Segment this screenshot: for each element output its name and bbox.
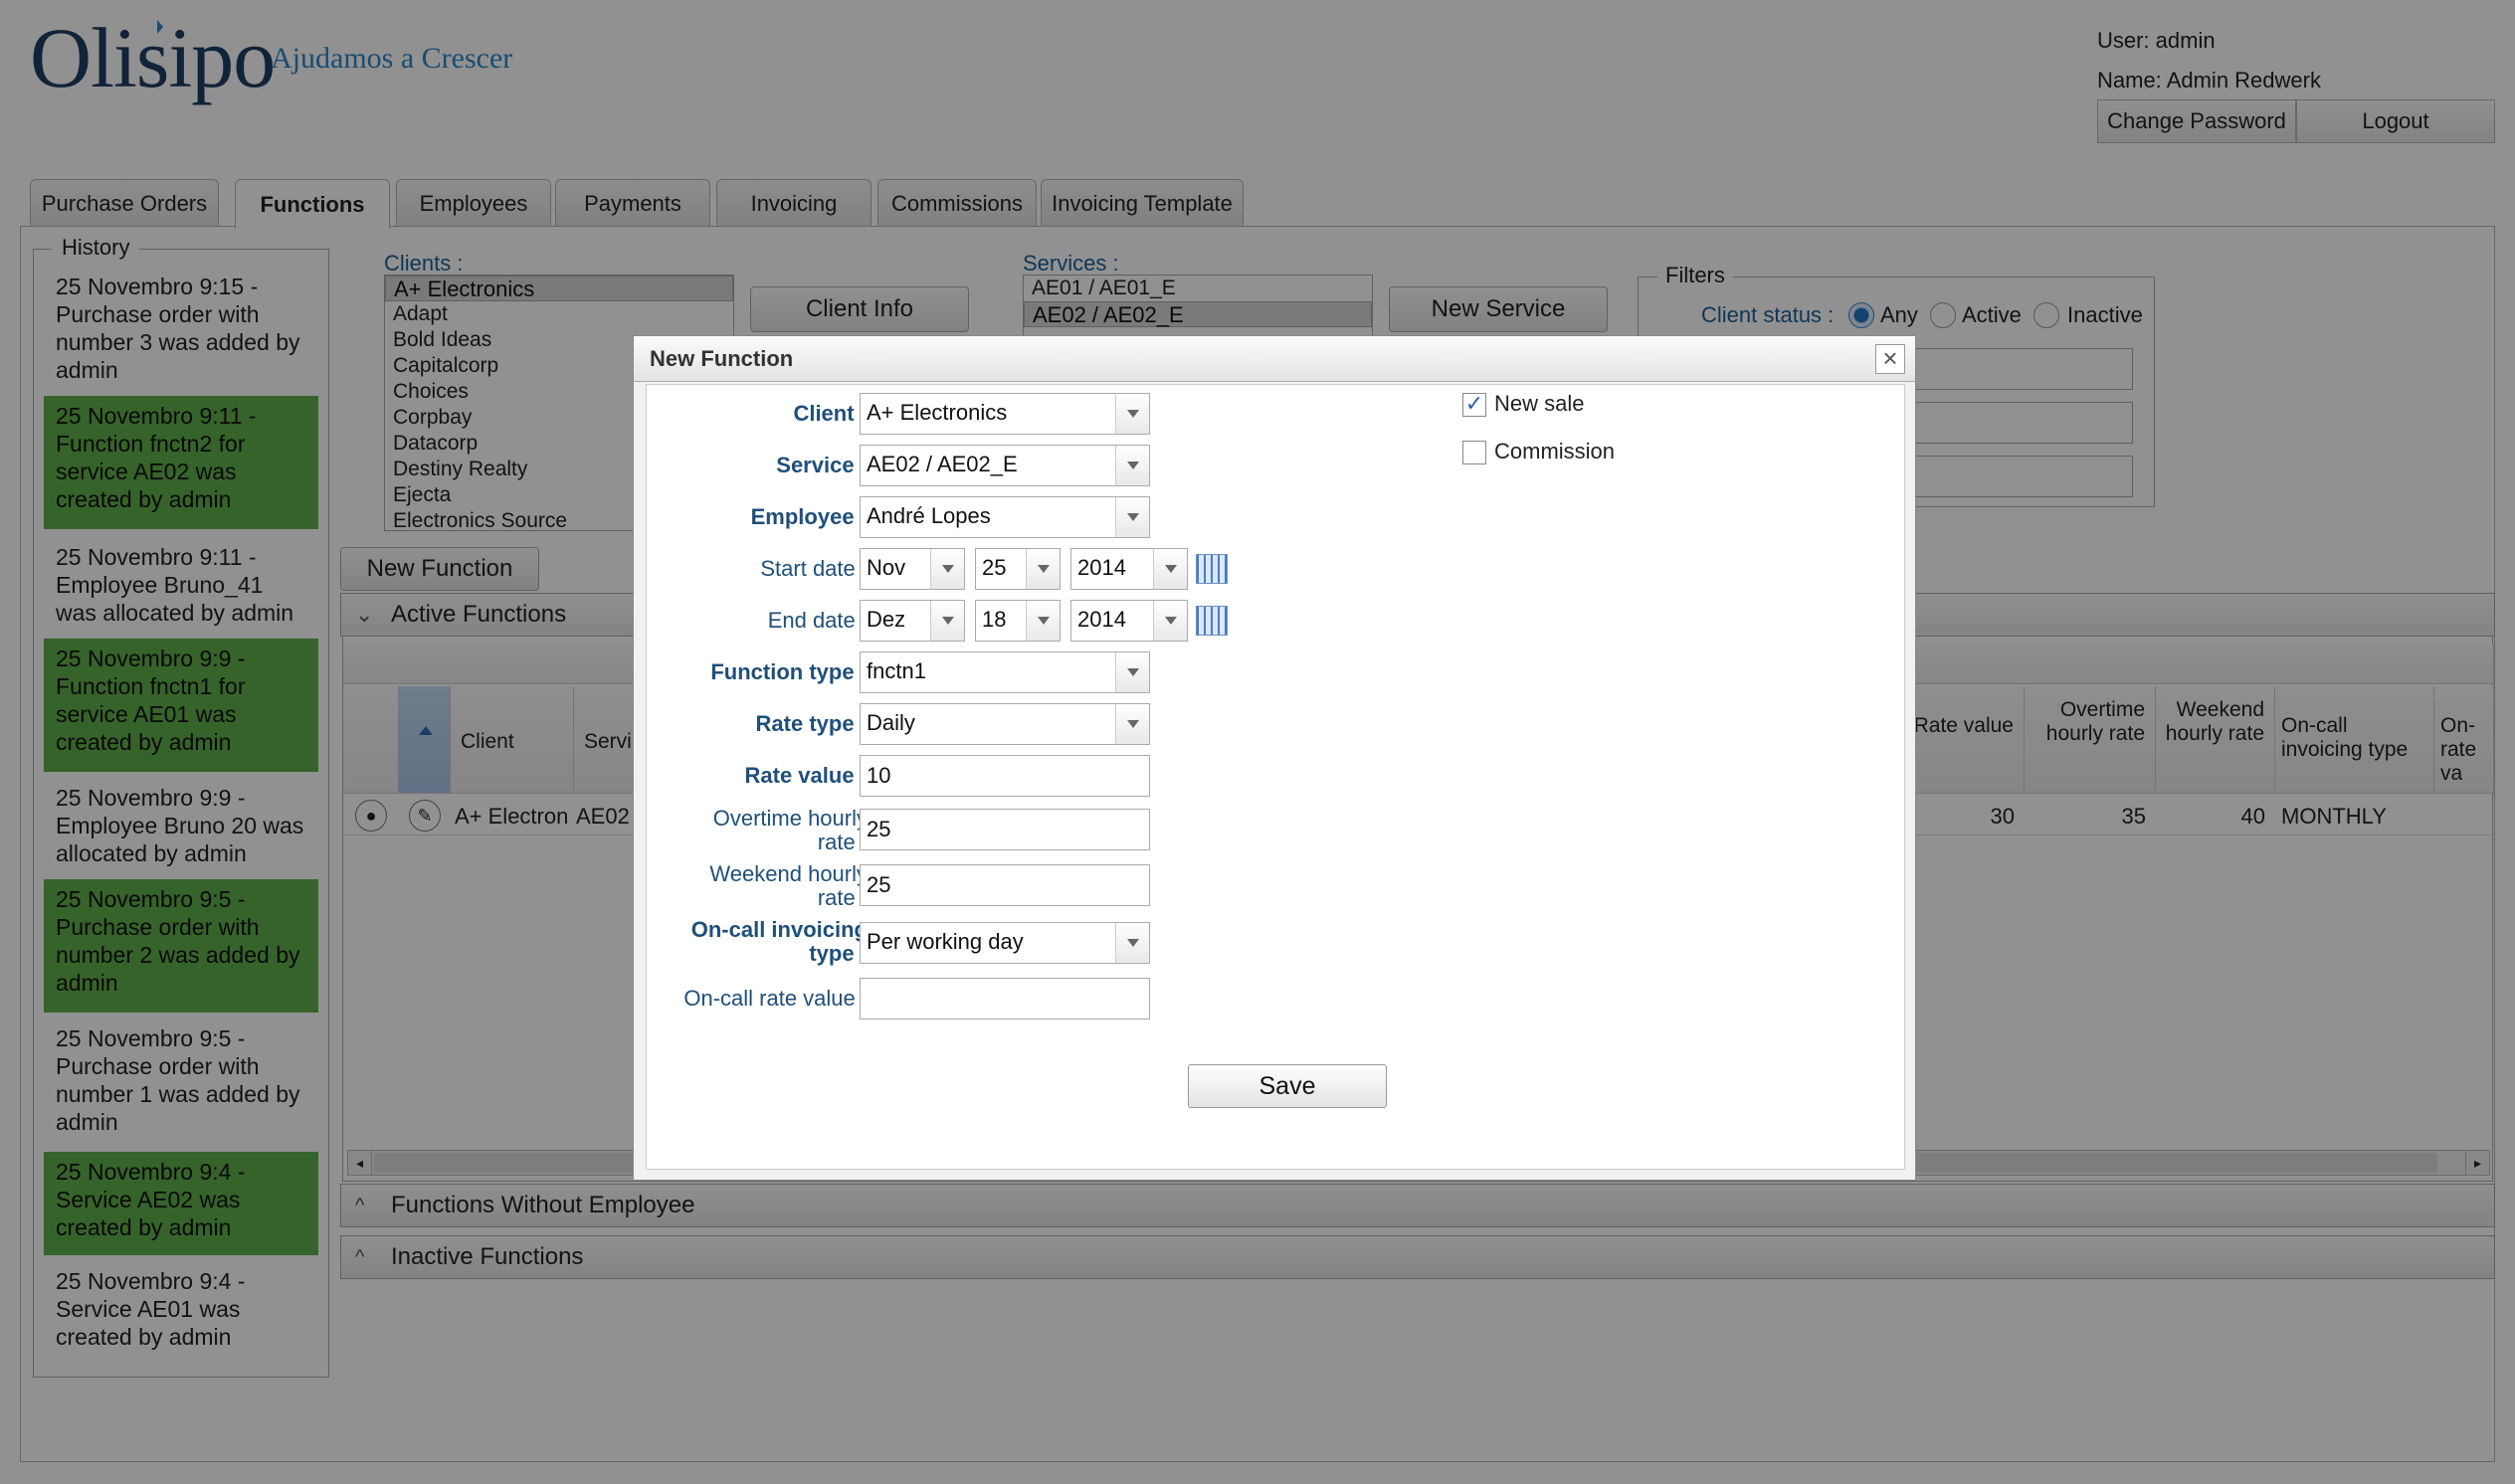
end-date-label: End date : — [767, 608, 868, 633]
function-type-label: Function type : — [710, 659, 868, 684]
employee-value: André Lopes — [867, 503, 991, 528]
client-value: A+ Electronics — [867, 400, 1008, 425]
chevron-down-icon[interactable] — [1115, 497, 1149, 537]
chevron-down-icon[interactable] — [1115, 923, 1149, 963]
employee-select[interactable]: André Lopes — [860, 496, 1150, 538]
start-month-select[interactable]: Nov — [860, 548, 965, 590]
dialog-title: New Function — [634, 336, 1915, 382]
start-year-value: 2014 — [1077, 555, 1126, 580]
chevron-down-icon[interactable] — [1115, 394, 1149, 434]
rate-type-select[interactable]: Daily — [860, 703, 1150, 745]
rate-value-input[interactable]: 10 — [860, 755, 1150, 797]
save-button[interactable]: Save — [1188, 1064, 1387, 1108]
chevron-down-icon[interactable] — [1026, 601, 1060, 641]
calendar-icon[interactable] — [1196, 606, 1228, 636]
chevron-down-icon[interactable] — [1153, 601, 1187, 641]
oncall-rate-label: On-call rate value : — [683, 986, 868, 1011]
new-function-dialog: New Function × Client : A+ Electronics S… — [633, 335, 1916, 1181]
end-month-value: Dez — [867, 607, 906, 632]
service-select[interactable]: AE02 / AE02_E — [860, 445, 1150, 486]
end-year-select[interactable]: 2014 — [1070, 600, 1188, 642]
end-year-value: 2014 — [1077, 607, 1126, 632]
weekend-rate-label: Weekend hourly rate : — [649, 862, 868, 910]
overtime-rate-input[interactable]: 25 — [860, 809, 1150, 850]
rate-value-label: Rate value : — [744, 763, 869, 788]
chevron-down-icon[interactable] — [1115, 652, 1149, 692]
start-month-value: Nov — [867, 555, 906, 580]
rate-type-label: Rate type : — [755, 711, 868, 736]
chevron-down-icon[interactable] — [1115, 446, 1149, 485]
calendar-icon[interactable] — [1196, 554, 1228, 584]
overtime-rate-label: Overtime hourly rate : — [649, 807, 868, 854]
chevron-down-icon[interactable] — [1026, 549, 1060, 589]
end-month-select[interactable]: Dez — [860, 600, 965, 642]
overtime-rate-label-line1: Overtime hourly — [712, 806, 868, 831]
chevron-down-icon[interactable] — [930, 601, 964, 641]
new-sale-label: New sale — [1494, 391, 1585, 416]
service-value: AE02 / AE02_E — [867, 452, 1018, 476]
weekend-rate-label-line1: Weekend hourly — [709, 861, 868, 886]
oncall-type-label: On-call invoicing type : — [649, 918, 868, 966]
function-type-value: fnctn1 — [867, 658, 926, 683]
commission-checkbox[interactable] — [1462, 441, 1486, 464]
weekend-rate-input[interactable]: 25 — [860, 864, 1150, 906]
client-label: Client : — [793, 401, 868, 426]
dialog-body: Client : A+ Electronics Service : AE02 /… — [646, 384, 1905, 1170]
oncall-type-label-line1: On-call invoicing — [690, 917, 868, 942]
chevron-down-icon[interactable] — [1153, 549, 1187, 589]
end-day-select[interactable]: 18 — [975, 600, 1061, 642]
close-icon[interactable]: × — [1875, 344, 1905, 374]
employee-label: Employee : — [750, 504, 868, 529]
chevron-down-icon[interactable] — [1115, 704, 1149, 744]
chevron-down-icon[interactable] — [930, 549, 964, 589]
new-sale-checkbox[interactable]: ✓ — [1462, 393, 1486, 417]
client-select[interactable]: A+ Electronics — [860, 393, 1150, 435]
start-day-value: 25 — [982, 555, 1007, 580]
end-day-value: 18 — [982, 607, 1007, 632]
oncall-type-select[interactable]: Per working day — [860, 922, 1150, 964]
service-label: Service : — [776, 453, 868, 477]
oncall-type-value: Per working day — [867, 929, 1024, 954]
start-year-select[interactable]: 2014 — [1070, 548, 1188, 590]
start-day-select[interactable]: 25 — [975, 548, 1061, 590]
rate-type-value: Daily — [867, 710, 915, 735]
oncall-rate-input[interactable] — [860, 978, 1150, 1020]
function-type-select[interactable]: fnctn1 — [860, 651, 1150, 693]
commission-label: Commission — [1494, 439, 1616, 464]
start-date-label: Start date : — [760, 556, 868, 581]
